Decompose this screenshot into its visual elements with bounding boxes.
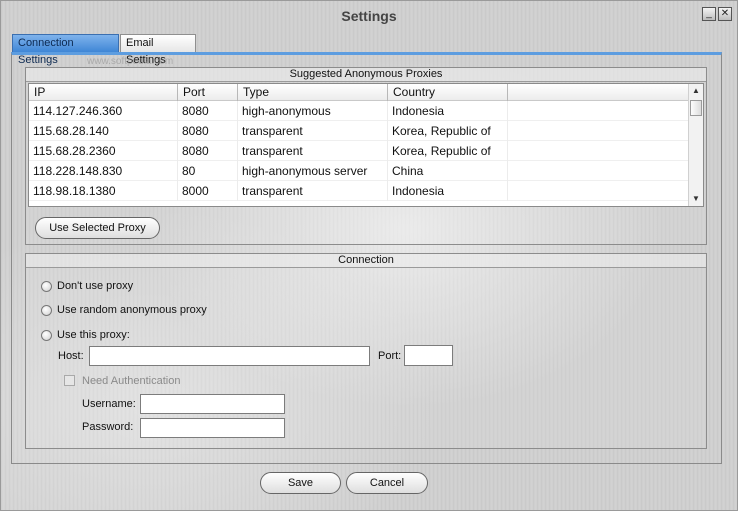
password-input[interactable] <box>140 418 285 438</box>
cell-type: high-anonymous server <box>238 161 388 181</box>
use-selected-proxy-button[interactable]: Use Selected Proxy <box>35 217 160 239</box>
proxy-list[interactable]: IP Port Type Country 114.127.246.360 808… <box>28 83 704 207</box>
need-authentication-checkbox[interactable] <box>64 375 75 386</box>
cell-country: Indonesia <box>388 181 508 201</box>
save-button[interactable]: Save <box>260 472 341 494</box>
cell-port: 8080 <box>178 101 238 121</box>
connection-title: Connection <box>26 254 706 268</box>
table-row[interactable]: 118.228.148.830 80 high-anonymous server… <box>29 161 703 181</box>
username-label: Username: <box>82 398 136 410</box>
cell-port: 8000 <box>178 181 238 201</box>
tab-email-settings[interactable]: Email Settings <box>120 34 196 66</box>
connection-group: Connection Don't use proxy Use random an… <box>25 253 707 449</box>
tab-connection-settings[interactable]: Connection Settings <box>12 34 119 66</box>
cell-port: 80 <box>178 161 238 181</box>
column-header-country[interactable]: Country <box>388 84 508 101</box>
cell-ip: 115.68.28.140 <box>29 121 178 141</box>
radio-this-proxy[interactable] <box>41 330 52 341</box>
cell-country: China <box>388 161 508 181</box>
cell-ip: 115.68.28.2360 <box>29 141 178 161</box>
need-authentication-label: Need Authentication <box>82 375 181 387</box>
scroll-down-icon[interactable]: ▼ <box>689 192 703 206</box>
connection-settings-panel: Suggested Anonymous Proxies IP Port Type… <box>11 52 722 464</box>
no-proxy-label[interactable]: Don't use proxy <box>57 280 133 293</box>
cell-country: Korea, Republic of <box>388 141 508 161</box>
cell-type: transparent <box>238 181 388 201</box>
radio-no-proxy[interactable] <box>41 281 52 292</box>
cell-port: 8080 <box>178 141 238 161</box>
table-row[interactable]: 115.68.28.2360 8080 transparent Korea, R… <box>29 141 703 161</box>
scroll-thumb[interactable] <box>690 100 702 116</box>
suggested-proxies-title: Suggested Anonymous Proxies <box>26 68 706 82</box>
column-header-port[interactable]: Port <box>178 84 238 101</box>
cell-country: Korea, Republic of <box>388 121 508 141</box>
scroll-up-icon[interactable]: ▲ <box>689 84 703 98</box>
column-header-type[interactable]: Type <box>238 84 388 101</box>
username-input[interactable] <box>140 394 285 414</box>
close-icon[interactable]: ✕ <box>718 7 732 21</box>
table-row[interactable]: 114.127.246.360 8080 high-anonymous Indo… <box>29 101 703 121</box>
proxy-list-header: IP Port Type Country <box>29 84 703 101</box>
proxy-list-scrollbar[interactable]: ▲ ▼ <box>688 84 703 206</box>
host-label: Host: <box>58 350 84 362</box>
cell-type: transparent <box>238 141 388 161</box>
title-bar: Settings <box>1 1 737 31</box>
host-input[interactable] <box>89 346 370 366</box>
cell-type: high-anonymous <box>238 101 388 121</box>
cell-ip: 118.228.148.830 <box>29 161 178 181</box>
radio-random-proxy[interactable] <box>41 305 52 316</box>
column-header-ip[interactable]: IP <box>29 84 178 101</box>
table-row[interactable]: 115.68.28.140 8080 transparent Korea, Re… <box>29 121 703 141</box>
cell-type: transparent <box>238 121 388 141</box>
minimize-icon[interactable]: _ <box>702 7 716 21</box>
cell-port: 8080 <box>178 121 238 141</box>
password-label: Password: <box>82 421 134 433</box>
this-proxy-label[interactable]: Use this proxy: <box>57 329 130 342</box>
port-label: Port: <box>378 350 402 362</box>
settings-window: Settings _ ✕ Connection Settings Email S… <box>0 0 738 511</box>
column-header-filler <box>508 84 690 101</box>
cell-ip: 114.127.246.360 <box>29 101 178 121</box>
cell-ip: 118.98.18.1380 <box>29 181 178 201</box>
port-input[interactable] <box>404 345 453 366</box>
window-title: Settings <box>341 8 397 24</box>
cell-country: Indonesia <box>388 101 508 121</box>
cancel-button[interactable]: Cancel <box>346 472 428 494</box>
random-proxy-label[interactable]: Use random anonymous proxy <box>57 304 207 317</box>
table-row[interactable]: 118.98.18.1380 8000 transparent Indonesi… <box>29 181 703 201</box>
suggested-proxies-group: Suggested Anonymous Proxies IP Port Type… <box>25 67 707 245</box>
